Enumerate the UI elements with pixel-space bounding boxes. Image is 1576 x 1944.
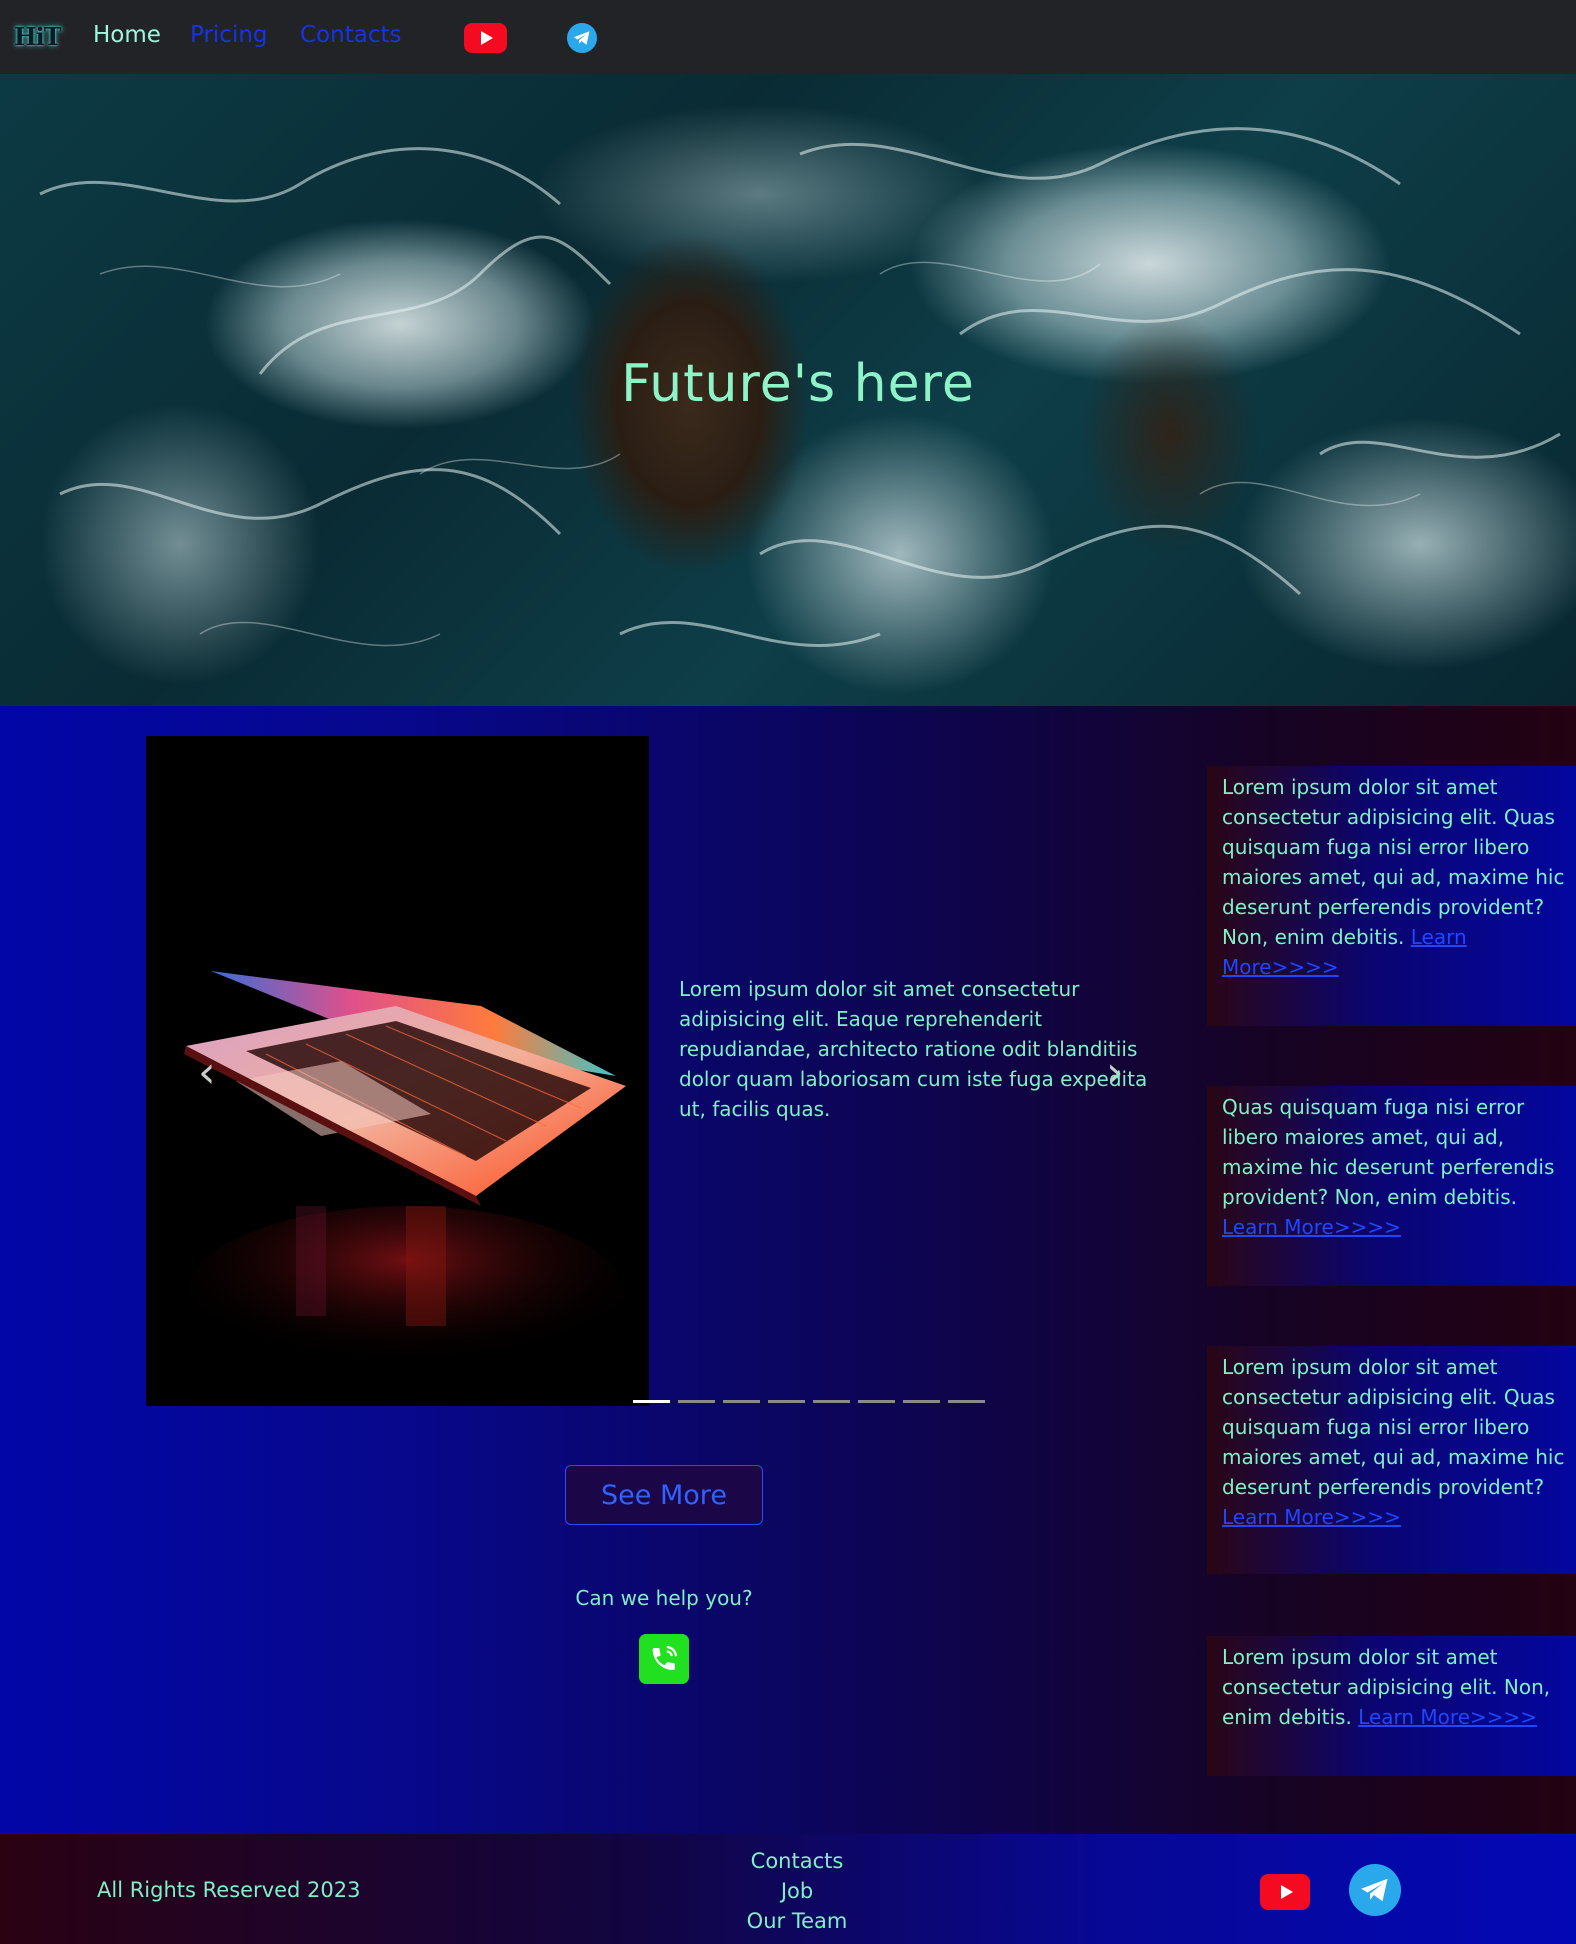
- card-text: Lorem ipsum dolor sit amet consectetur a…: [1222, 1355, 1565, 1499]
- nav-link-contacts[interactable]: Contacts: [300, 22, 401, 48]
- phone-icon[interactable]: [639, 1634, 689, 1684]
- youtube-icon[interactable]: [464, 23, 507, 53]
- youtube-icon[interactable]: [1260, 1874, 1310, 1910]
- carousel-prev-button[interactable]: ‹: [198, 1051, 216, 1095]
- nav-link-pricing[interactable]: Pricing: [190, 22, 268, 48]
- footer-links: Contacts Job Our Team: [700, 1846, 894, 1936]
- carousel-indicator[interactable]: [633, 1400, 670, 1403]
- main-section: ‹ › Lorem ipsum dolor sit amet consectet…: [0, 706, 1576, 1834]
- footer-link-contacts[interactable]: Contacts: [700, 1846, 894, 1876]
- carousel-indicators: [633, 1400, 985, 1403]
- info-card: Lorem ipsum dolor sit amet consectetur a…: [1207, 1636, 1576, 1776]
- top-navbar: HiT Home Pricing Contacts: [0, 0, 1576, 74]
- learn-more-link[interactable]: Learn More>>>>: [1222, 1505, 1401, 1529]
- carousel-indicator[interactable]: [948, 1400, 985, 1403]
- hero-banner: Future's here: [0, 74, 1576, 706]
- info-card: Lorem ipsum dolor sit amet consectetur a…: [1207, 1346, 1576, 1574]
- image-carousel[interactable]: ‹ ›: [146, 736, 1124, 1406]
- carousel-indicator[interactable]: [723, 1400, 760, 1403]
- carousel-indicator[interactable]: [768, 1400, 805, 1403]
- card-text: Lorem ipsum dolor sit amet consectetur a…: [1222, 775, 1565, 949]
- logo[interactable]: HiT: [14, 22, 62, 51]
- carousel-indicator[interactable]: [903, 1400, 940, 1403]
- telegram-icon[interactable]: [567, 23, 597, 53]
- info-card: Lorem ipsum dolor sit amet consectetur a…: [1207, 766, 1576, 1026]
- hero-title: Future's here: [621, 354, 975, 414]
- carousel-indicator[interactable]: [813, 1400, 850, 1403]
- help-text: Can we help you?: [575, 1586, 753, 1610]
- laptop-image: [184, 971, 626, 1386]
- learn-more-link[interactable]: Learn More>>>>: [1222, 1215, 1401, 1239]
- telegram-icon[interactable]: [1349, 1864, 1401, 1916]
- info-card: Quas quisquam fuga nisi error libero mai…: [1207, 1086, 1576, 1286]
- learn-more-link[interactable]: Learn More>>>>: [1358, 1705, 1537, 1729]
- nav-link-home[interactable]: Home: [93, 22, 161, 48]
- carousel-indicator[interactable]: [678, 1400, 715, 1403]
- card-text: Quas quisquam fuga nisi error libero mai…: [1222, 1095, 1555, 1209]
- copyright-text: All Rights Reserved 2023: [97, 1878, 361, 1902]
- see-more-button[interactable]: See More: [565, 1465, 763, 1525]
- carousel-indicator[interactable]: [858, 1400, 895, 1403]
- footer-link-our-team[interactable]: Our Team: [700, 1906, 894, 1936]
- footer-link-job[interactable]: Job: [700, 1876, 894, 1906]
- footer: All Rights Reserved 2023 Contacts Job Ou…: [0, 1834, 1576, 1944]
- intro-paragraph: Lorem ipsum dolor sit amet consectetur a…: [679, 977, 1148, 1121]
